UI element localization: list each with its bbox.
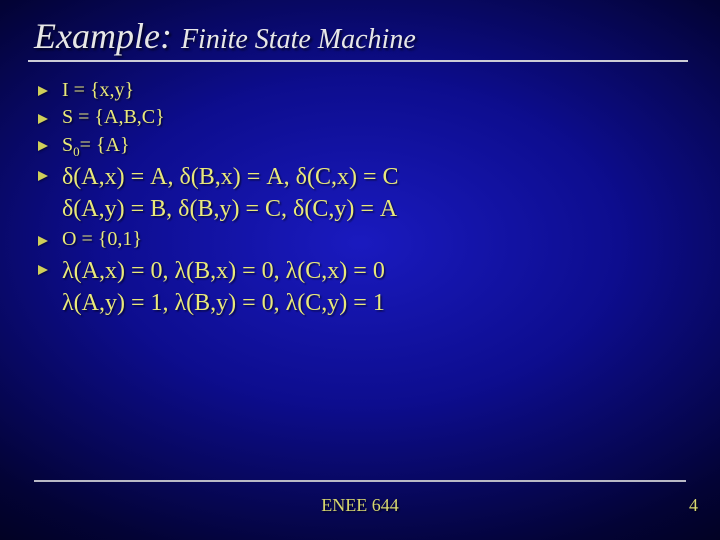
bullet-line: λ(A,y) = 1, λ(B,y) = 0, λ(C,y) = 1 <box>62 290 385 316</box>
bullet-states: S = {A,B,C} <box>36 105 686 131</box>
bullet-line: δ(A,x) = A, δ(B,x) = A, δ(C,x) = C <box>62 164 399 190</box>
slide-title: Example: Finite State Machine <box>34 18 686 56</box>
title-underline <box>28 60 688 62</box>
title-main: Example: <box>34 16 172 56</box>
bullet-output-function: λ(A,x) = 0, λ(B,x) = 0, λ(C,x) = 0 λ(A,y… <box>36 255 686 320</box>
title-sub: Finite State Machine <box>181 24 416 55</box>
bullet-list: I = {x,y} S = {A,B,C} S0= {A} δ(A,x) = A… <box>34 78 686 320</box>
bullet-transition-function: δ(A,x) = A, δ(B,x) = A, δ(C,x) = C δ(A,y… <box>36 161 686 226</box>
bullet-text: S = {A,B,C} <box>62 106 165 128</box>
bullet-initial-state: S0= {A} <box>36 133 686 159</box>
footer-rule <box>34 480 686 482</box>
slide: Example: Finite State Machine I = {x,y} … <box>0 0 720 540</box>
bullet-text-pre: S <box>62 134 73 156</box>
bullet-outputs: O = {0,1} <box>36 227 686 253</box>
page-number: 4 <box>689 495 698 516</box>
bullet-text: O = {0,1} <box>62 228 142 250</box>
bullet-text: I = {x,y} <box>62 79 134 101</box>
bullet-line: λ(A,x) = 0, λ(B,x) = 0, λ(C,x) = 0 <box>62 258 385 284</box>
footer-course: ENEE 644 <box>0 495 720 516</box>
bullet-line: δ(A,y) = B, δ(B,y) = C, δ(C,y) = A <box>62 196 397 222</box>
bullet-inputs: I = {x,y} <box>36 78 686 104</box>
bullet-text-post: = {A} <box>80 134 130 156</box>
